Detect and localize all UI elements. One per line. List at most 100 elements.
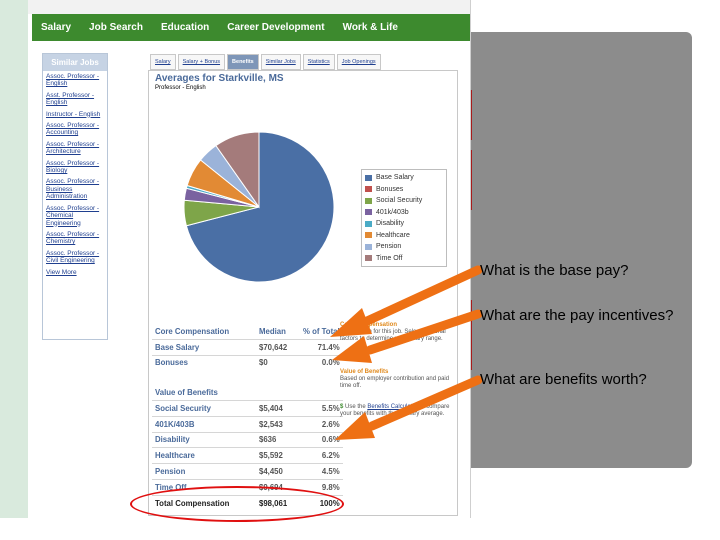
sidebar-link[interactable]: Assoc. Professor - Accounting	[43, 120, 107, 139]
note-calculator: $ Use the Benefits Calculator to compare…	[340, 404, 452, 418]
row-median: $2,543	[256, 416, 300, 433]
sidebar-link[interactable]: Assoc. Professor - Architecture	[43, 139, 107, 158]
tab-benefits[interactable]: Benefits	[227, 54, 259, 70]
legend-label: Bonuses	[376, 185, 404, 193]
row-label: Disability	[152, 432, 256, 449]
legend-item: Disability	[365, 218, 443, 230]
row-median: $636	[256, 432, 300, 449]
row-percent: 71.4%	[300, 339, 343, 356]
legend-swatch	[365, 209, 372, 216]
row-median: $4,450	[256, 463, 300, 480]
question-pay-incentives: What are the pay incentives?	[480, 307, 674, 324]
legend-label: Time Off	[376, 254, 403, 262]
tab-salary-bonus[interactable]: Salary + Bonus	[177, 54, 226, 70]
tab-statistics[interactable]: Statistics	[302, 54, 335, 70]
tab-job-openings[interactable]: Job Openings	[336, 54, 381, 70]
table-row: Base Salary $70,642 71.4%	[152, 339, 343, 356]
nav-item-work-life[interactable]: Work & Life	[334, 22, 407, 33]
table-row: Bonuses $0 0.0%	[152, 355, 343, 370]
similar-jobs-sidebar: Similar Jobs Assoc. Professor - English …	[42, 53, 108, 340]
sidebar-link[interactable]: Asst. Professor - English	[43, 90, 107, 109]
row-label: Bonuses	[155, 358, 188, 368]
table-row: Disability $636 0.6%	[152, 432, 343, 449]
row-percent: 0.0%	[321, 358, 340, 368]
row-percent: 4.5%	[300, 463, 343, 480]
legend-label: 401k/403b	[376, 208, 409, 216]
row-median: $5,592	[256, 447, 300, 465]
nav-item-career-development[interactable]: Career Development	[218, 22, 333, 33]
row-label: Social Security	[152, 400, 256, 417]
note-core-heading: Core Compensation	[340, 322, 398, 328]
page-title: Averages for Starkville, MS	[155, 73, 284, 84]
legend-label: Healthcare	[376, 231, 410, 239]
column-header: % of Total	[300, 324, 343, 340]
row-median: $0	[259, 358, 268, 368]
legend-label: Pension	[376, 243, 402, 251]
table-row: Healthcare $5,592 6.2%	[152, 447, 343, 465]
sidebar-link[interactable]: Assoc. Professor - Chemical Engineering	[43, 203, 107, 229]
legend-swatch	[365, 243, 372, 250]
dollar-icon: $	[340, 404, 344, 410]
note-calc-prefix: Use the	[345, 404, 366, 410]
compensation-pie-chart	[183, 131, 335, 283]
column-header: Core Compensation	[152, 324, 256, 340]
nav-item-salary[interactable]: Salary	[32, 22, 80, 33]
row-median: $70,642	[256, 339, 300, 356]
compensation-table: Core Compensation Median % of Total Base…	[152, 324, 343, 511]
total-highlight-ellipse	[130, 486, 344, 522]
table-row: Pension $4,450 4.5%	[152, 463, 343, 480]
row-label: Pension	[152, 463, 256, 480]
content-tabs: Salary Salary + Bonus Benefits Similar J…	[150, 54, 381, 70]
sidebar-view-more-link[interactable]: View More	[43, 267, 107, 278]
sidebar-link[interactable]: Assoc. Professor - Civil Engineering	[43, 248, 107, 267]
legend-label: Social Security	[376, 197, 423, 205]
legend-swatch	[365, 232, 372, 239]
nav-item-education[interactable]: Education	[152, 22, 218, 33]
note-core-text: The median for this job. Select personal…	[340, 329, 446, 342]
gray-panel	[462, 32, 692, 468]
sidebar-link[interactable]: Assoc. Professor - Biology	[43, 158, 107, 177]
column-header: Median	[256, 324, 300, 340]
sidebar-heading: Similar Jobs	[43, 54, 107, 71]
chart-legend: Base Salary Bonuses Social Security 401k/40…	[361, 169, 447, 267]
table-row: 401K/403B $2,543 2.6%	[152, 416, 343, 433]
main-nav: Salary Job Search Education Career Devel…	[32, 14, 470, 41]
job-subtitle: Professor - English	[155, 85, 206, 91]
question-base-pay: What is the base pay?	[480, 262, 629, 279]
row-percent: 5.5%	[300, 400, 343, 417]
row-median: $5,404	[256, 400, 300, 417]
tab-similar-jobs[interactable]: Similar Jobs	[260, 54, 301, 70]
benefits-calculator-link[interactable]: Benefits Calculator	[367, 404, 417, 410]
question-benefits-worth: What are benefits worth?	[480, 371, 647, 388]
legend-item: Healthcare	[365, 230, 443, 242]
legend-swatch	[365, 220, 372, 227]
legend-label: Disability	[376, 220, 405, 228]
legend-item: Pension	[365, 241, 443, 253]
legend-item: 401k/403b	[365, 207, 443, 219]
browser-top-bar	[28, 0, 470, 14]
sidebar-link[interactable]: Instructor - English	[43, 109, 107, 120]
legend-item: Bonuses	[365, 184, 443, 196]
sidebar-link[interactable]: Assoc. Professor - Chemistry	[43, 229, 107, 248]
row-percent: 0.6%	[300, 432, 343, 449]
row-label: Base Salary	[152, 339, 256, 356]
sidebar-link[interactable]: Assoc. Professor - English	[43, 71, 107, 90]
legend-swatch	[365, 197, 372, 204]
legend-item: Time Off	[365, 253, 443, 265]
note-benefits-heading: Value of Benefits	[340, 369, 389, 375]
row-percent: 2.6%	[300, 416, 343, 433]
legend-swatch	[365, 255, 372, 262]
row-label: Healthcare	[152, 447, 256, 465]
row-percent: 6.2%	[300, 447, 343, 465]
note-benefits-text: Based on employer contribution and paid …	[340, 376, 450, 389]
legend-swatch	[365, 186, 372, 193]
row-label: 401K/403B	[152, 416, 256, 433]
legend-item: Social Security	[365, 195, 443, 207]
benefits-heading: Value of Benefits	[152, 385, 343, 401]
side-notes: Core Compensation The median for this jo…	[340, 322, 452, 418]
tab-salary[interactable]: Salary	[150, 54, 176, 70]
sidebar-link[interactable]: Assoc. Professor - Business Administrati…	[43, 176, 107, 202]
legend-swatch	[365, 174, 372, 181]
legend-label: Base Salary	[376, 174, 414, 182]
nav-item-job-search[interactable]: Job Search	[80, 22, 152, 33]
